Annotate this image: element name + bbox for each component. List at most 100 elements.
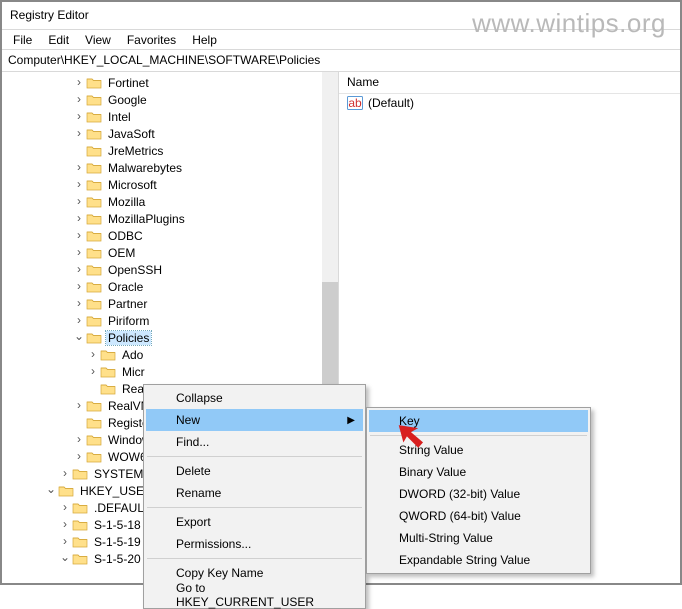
svg-text:ab: ab (348, 96, 362, 110)
tree-item[interactable]: ODBC (2, 227, 338, 244)
tree-item-label: JreMetrics (106, 144, 165, 158)
ctx-find[interactable]: Find... (146, 431, 363, 453)
chevron-icon[interactable] (72, 161, 86, 175)
chevron-icon[interactable] (72, 450, 86, 464)
chevron-icon[interactable] (58, 552, 72, 566)
folder-icon (86, 229, 102, 243)
tree-item-label: Micr (120, 365, 147, 379)
folder-icon (72, 552, 88, 566)
chevron-icon[interactable] (72, 195, 86, 209)
tree-item-label: JavaSoft (106, 127, 157, 141)
folder-icon (86, 280, 102, 294)
tree-item[interactable]: Microsoft (2, 176, 338, 193)
tree-item-label: Policies (106, 331, 151, 345)
tree-item[interactable]: Partner (2, 295, 338, 312)
folder-icon (100, 382, 116, 396)
chevron-icon[interactable] (58, 518, 72, 532)
list-row-default[interactable]: ab (Default) (339, 94, 680, 112)
tree-item[interactable]: Oracle (2, 278, 338, 295)
context-submenu-new: Key String Value Binary Value DWORD (32-… (366, 407, 591, 574)
tree-item[interactable]: Malwarebytes (2, 159, 338, 176)
tree-item-label: Ado (120, 348, 145, 362)
ctx-delete[interactable]: Delete (146, 460, 363, 482)
list-value-label: (Default) (368, 96, 414, 110)
folder-icon (86, 76, 102, 90)
sub-expandable-string-value[interactable]: Expandable String Value (369, 549, 588, 571)
tree-item[interactable]: Piriform (2, 312, 338, 329)
folder-icon (72, 467, 88, 481)
chevron-icon[interactable] (86, 348, 100, 362)
folder-icon (86, 195, 102, 209)
sub-qword-value[interactable]: QWORD (64-bit) Value (369, 505, 588, 527)
tree-item[interactable]: Policies (2, 329, 338, 346)
folder-icon (86, 246, 102, 260)
chevron-icon[interactable] (72, 229, 86, 243)
ctx-separator (147, 558, 362, 559)
tree-item[interactable]: Ado (2, 346, 338, 363)
sub-multi-string-value[interactable]: Multi-String Value (369, 527, 588, 549)
tree-item[interactable]: Google (2, 91, 338, 108)
folder-icon (100, 365, 116, 379)
folder-icon (86, 450, 102, 464)
chevron-icon[interactable] (72, 76, 86, 90)
tree-item[interactable]: Mozilla (2, 193, 338, 210)
tree-item[interactable]: Micr (2, 363, 338, 380)
folder-icon (58, 484, 74, 498)
submenu-arrow-icon: ▶ (347, 415, 355, 426)
menu-file[interactable]: File (6, 31, 39, 49)
ctx-collapse[interactable]: Collapse (146, 387, 363, 409)
chevron-icon[interactable] (72, 212, 86, 226)
chevron-icon[interactable] (86, 365, 100, 379)
tree-item[interactable]: MozillaPlugins (2, 210, 338, 227)
folder-icon (86, 144, 102, 158)
folder-icon (72, 501, 88, 515)
chevron-icon[interactable] (72, 280, 86, 294)
chevron-icon[interactable] (72, 433, 86, 447)
tree-item[interactable]: Intel (2, 108, 338, 125)
chevron-icon[interactable] (58, 467, 72, 481)
tree-item[interactable]: OpenSSH (2, 261, 338, 278)
tree-scroll-thumb[interactable] (322, 282, 338, 400)
ctx-separator (370, 435, 587, 436)
address-bar[interactable]: Computer\HKEY_LOCAL_MACHINE\SOFTWARE\Pol… (2, 50, 680, 72)
ctx-new[interactable]: New▶ (146, 409, 363, 431)
menu-edit[interactable]: Edit (41, 31, 76, 49)
folder-icon (100, 348, 116, 362)
tree-item-label: S-1-5-20 (92, 552, 143, 566)
list-header-name[interactable]: Name (339, 72, 680, 94)
tree-item[interactable]: JavaSoft (2, 125, 338, 142)
ctx-export[interactable]: Export (146, 511, 363, 533)
ctx-permissions[interactable]: Permissions... (146, 533, 363, 555)
folder-icon (86, 110, 102, 124)
tree-item[interactable]: Fortinet (2, 74, 338, 91)
ctx-goto-hkcu[interactable]: Go to HKEY_CURRENT_USER (146, 584, 363, 606)
chevron-icon[interactable] (58, 535, 72, 549)
chevron-icon[interactable] (72, 314, 86, 328)
menu-help[interactable]: Help (185, 31, 224, 49)
ctx-rename[interactable]: Rename (146, 482, 363, 504)
folder-icon (72, 518, 88, 532)
tree-item[interactable]: OEM (2, 244, 338, 261)
chevron-icon[interactable] (72, 110, 86, 124)
folder-icon (86, 314, 102, 328)
chevron-icon[interactable] (72, 297, 86, 311)
sub-binary-value[interactable]: Binary Value (369, 461, 588, 483)
sub-string-value[interactable]: String Value (369, 439, 588, 461)
chevron-icon[interactable] (72, 263, 86, 277)
chevron-icon[interactable] (72, 246, 86, 260)
chevron-icon[interactable] (72, 399, 86, 413)
watermark: www.wintips.org (472, 8, 666, 39)
menu-favorites[interactable]: Favorites (120, 31, 183, 49)
chevron-icon[interactable] (44, 484, 58, 498)
tree-item[interactable]: JreMetrics (2, 142, 338, 159)
chevron-icon[interactable] (72, 331, 86, 345)
chevron-icon[interactable] (58, 501, 72, 515)
chevron-icon[interactable] (72, 178, 86, 192)
chevron-icon[interactable] (72, 127, 86, 141)
string-value-icon: ab (347, 96, 363, 110)
menu-view[interactable]: View (78, 31, 118, 49)
chevron-icon[interactable] (72, 93, 86, 107)
sub-dword-value[interactable]: DWORD (32-bit) Value (369, 483, 588, 505)
tree-item-label: ODBC (106, 229, 145, 243)
sub-key[interactable]: Key (369, 410, 588, 432)
